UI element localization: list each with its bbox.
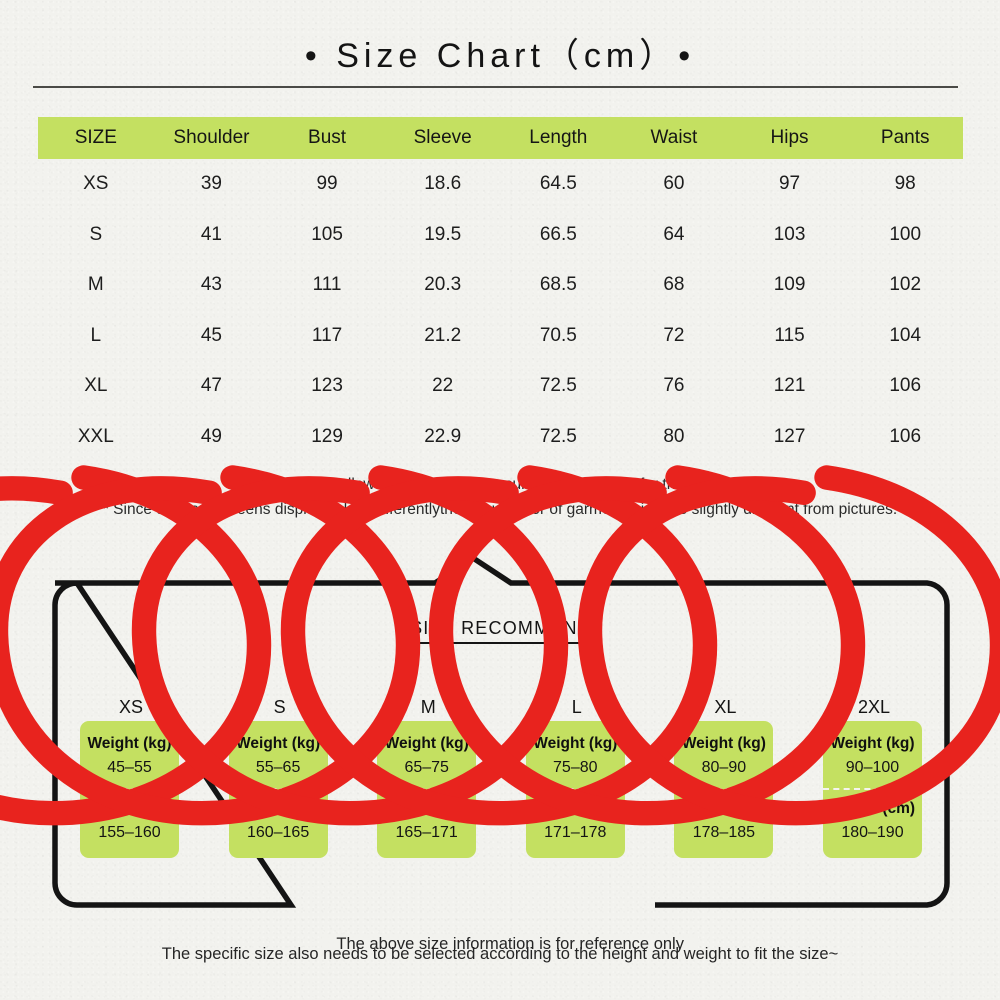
table-cell-size: XL xyxy=(84,375,108,397)
table-column-header: Bust xyxy=(308,127,347,148)
table-cell: 22 xyxy=(432,375,454,397)
circle-annotation-icon xyxy=(577,465,1000,826)
size-badge-label: XS xyxy=(118,697,143,717)
table-cell: 64.5 xyxy=(539,173,577,195)
table-header-row: SIZE Shoulder Bust Sleeve Length Waist Hips Pan… xyxy=(38,117,963,159)
table-cell: 100 xyxy=(889,223,922,245)
table-column-header: Length xyxy=(529,127,588,148)
table-cell: 105 xyxy=(311,223,343,245)
table-cell: 64 xyxy=(663,223,685,245)
table-cell: 47 xyxy=(200,375,222,397)
table-cell-size: S xyxy=(89,223,103,245)
table-cell: 66.5 xyxy=(539,223,577,245)
table-cell: 98 xyxy=(894,173,916,195)
table-cell: 111 xyxy=(312,274,342,296)
size-badge-label: L xyxy=(571,697,582,717)
size-badge: 2XL xyxy=(577,465,1000,826)
table-cell: 102 xyxy=(889,274,922,296)
table-cell: 106 xyxy=(889,375,922,397)
table-cell: 60 xyxy=(663,173,685,195)
table-column-header: Sleeve xyxy=(413,127,472,148)
table-cell: 109 xyxy=(773,274,806,296)
table-cell-size: XS xyxy=(83,173,109,195)
table-row: XL 47 123 22 72.5 76 121 106 xyxy=(38,361,963,412)
table-column-header: Hips xyxy=(770,127,809,148)
table-column-header: SIZE xyxy=(74,127,117,148)
table-cell: 20.3 xyxy=(424,274,462,296)
size-chart-table: SIZE Shoulder Bust Sleeve Length Waist Hips Pan… xyxy=(38,117,963,462)
table-header: SIZE Shoulder Bust Sleeve Length Waist Hips Pan… xyxy=(38,117,963,159)
table-column-header: Shoulder xyxy=(173,127,250,148)
table-cell: 18.6 xyxy=(424,173,462,195)
table-cell: 117 xyxy=(311,324,343,346)
table-cell: 123 xyxy=(311,375,343,397)
table-body: XS 39 99 18.6 64.5 60 97 98 S 41 105 19.5 66.5 64 103 1… xyxy=(38,159,963,462)
table-cell: 45 xyxy=(200,324,222,346)
table-cell: 70.5 xyxy=(539,324,577,346)
table-cell: 68 xyxy=(663,274,685,296)
table-cell: 39 xyxy=(200,173,222,195)
table-cell: 76 xyxy=(663,375,685,397)
table-cell: 19.5 xyxy=(424,223,462,245)
table-cell-size: M xyxy=(87,274,104,296)
table-row: XS 39 99 18.6 64.5 60 97 98 xyxy=(38,159,963,210)
size-badge-label: S xyxy=(273,697,286,717)
table-column-header: Waist xyxy=(650,127,698,148)
table-row: L 45 117 21.2 70.5 72 115 104 xyxy=(38,311,963,362)
table-cell: 99 xyxy=(316,173,338,195)
table-cell: 43 xyxy=(200,274,222,296)
size-chart-table-wrapper: SIZE Shoulder Bust Sleeve Length Waist Hips Pan… xyxy=(38,117,963,462)
size-recommend-panel: SIZE RECOMMEND XS Weight (kg) 45–55 Height … xyxy=(0,465,1000,953)
table-cell: 68.5 xyxy=(539,274,577,296)
table-cell-size: L xyxy=(90,324,102,346)
size-badge-label: M xyxy=(420,697,436,717)
title-divider xyxy=(33,86,958,88)
table-row: M 43 111 20.3 68.5 68 109 102 xyxy=(38,260,963,311)
table-cell: 72.5 xyxy=(539,375,577,397)
recommend-footer-line-2: The specific size also needs to be selec… xyxy=(161,945,839,963)
table-cell: 104 xyxy=(889,324,922,346)
table-row: S 41 105 19.5 66.5 64 103 100 xyxy=(38,210,963,261)
table-cell: 103 xyxy=(773,223,806,245)
table-cell: 41 xyxy=(200,223,222,245)
table-cell: 115 xyxy=(774,324,805,346)
size-badge-label: XL xyxy=(714,697,737,717)
size-badge-label: 2XL xyxy=(857,697,890,717)
size-recommend-cards: XS Weight (kg) 45–55 Height (cm) 155–160 S Wei… xyxy=(0,465,1000,858)
table-cell: 21.2 xyxy=(424,324,462,346)
table-cell: 72 xyxy=(663,324,685,346)
page-title: • Size Chart（cm）• xyxy=(304,37,696,75)
table-cell: 121 xyxy=(773,375,806,397)
table-column-header: Pants xyxy=(880,127,930,148)
table-cell: 97 xyxy=(778,173,801,195)
size-card[interactable]: 2XL Weight (kg) 90–100 Height (cm) 180–190 xyxy=(577,465,1000,858)
